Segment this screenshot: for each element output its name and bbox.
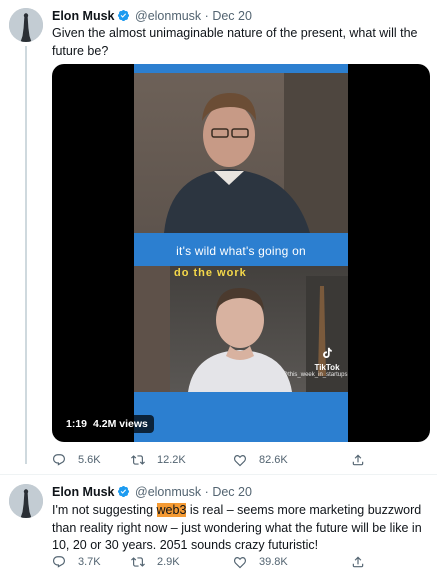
- share-button[interactable]: [351, 450, 377, 470]
- verified-badge-icon: [117, 485, 130, 498]
- tweet-text: Given the almost unimaginable nature of …: [52, 26, 418, 58]
- tweet[interactable]: Elon Musk @elonmusk · Dec 20 Given the a…: [0, 0, 437, 474]
- tweet-actions: 3.7K 2.9K 39.8K: [52, 552, 430, 572]
- share-button[interactable]: [351, 552, 377, 572]
- share-icon: [352, 454, 364, 466]
- author-handle[interactable]: @elonmusk: [135, 9, 201, 23]
- author-name[interactable]: Elon Musk: [52, 9, 115, 23]
- thread-connector: [25, 46, 27, 464]
- reply-button[interactable]: 3.7K: [52, 552, 101, 572]
- tweet-date[interactable]: Dec 20: [212, 485, 252, 499]
- video-duration: 1:19: [66, 418, 88, 430]
- reply-count: 5.6K: [78, 454, 101, 466]
- video-scene-top: [134, 73, 348, 233]
- tweet-text-before: I'm not suggesting: [52, 503, 157, 517]
- retweet-button[interactable]: 12.2K: [131, 450, 186, 470]
- tweet-header: Elon Musk @elonmusk · Dec 20: [52, 484, 252, 500]
- avatar-image: [9, 484, 43, 518]
- like-icon: [234, 455, 246, 467]
- retweet-icon: [131, 557, 145, 567]
- avatar-image: [9, 8, 43, 42]
- tweet-text: I'm not suggesting web3 is real – seems …: [52, 502, 430, 555]
- retweet-icon: [131, 455, 145, 465]
- retweet-button[interactable]: 2.9K: [131, 552, 180, 572]
- like-button[interactable]: 39.8K: [233, 552, 288, 572]
- reply-icon: [53, 454, 65, 466]
- tiktok-username: @this_week_in_startups: [282, 372, 348, 378]
- share-icon: [352, 556, 364, 568]
- author-name[interactable]: Elon Musk: [52, 485, 115, 499]
- like-count: 82.6K: [259, 454, 288, 466]
- author-handle[interactable]: @elonmusk: [135, 485, 201, 499]
- reply-button[interactable]: 5.6K: [52, 450, 101, 470]
- retweet-count: 2.9K: [157, 556, 180, 568]
- separator-dot: ·: [204, 485, 209, 499]
- reply-icon: [53, 556, 65, 568]
- person-silhouette-top: [164, 73, 348, 233]
- like-button[interactable]: 82.6K: [233, 450, 288, 470]
- separator-dot: ·: [204, 9, 209, 23]
- reply-count: 3.7K: [78, 556, 101, 568]
- tiktok-watermark: TikTok: [309, 346, 345, 373]
- video-player[interactable]: it's wild what's going on do the work Ti…: [52, 64, 430, 442]
- tweet-header: Elon Musk @elonmusk · Dec 20: [52, 8, 252, 24]
- neon-sign: do the work: [174, 267, 247, 279]
- video-frame[interactable]: it's wild what's going on do the work Ti…: [134, 64, 348, 442]
- video-caption: it's wild what's going on: [176, 244, 306, 258]
- highlighted-term: web3: [156, 503, 187, 517]
- like-count: 39.8K: [259, 556, 288, 568]
- avatar[interactable]: [9, 8, 43, 42]
- video-views: 4.2M views: [93, 418, 148, 430]
- retweet-count: 12.2K: [157, 454, 186, 466]
- avatar[interactable]: [9, 484, 43, 518]
- verified-badge-icon: [117, 9, 130, 22]
- video-stats-badge: 1:19 4.2M views: [60, 415, 154, 433]
- tiktok-logo-icon: [323, 347, 332, 358]
- like-icon: [234, 557, 246, 569]
- tweet-actions: 5.6K 12.2K 82.6K: [52, 450, 430, 470]
- tweet[interactable]: Elon Musk @elonmusk · Dec 20 I'm not sug…: [0, 474, 437, 572]
- tweet-date[interactable]: Dec 20: [212, 9, 252, 23]
